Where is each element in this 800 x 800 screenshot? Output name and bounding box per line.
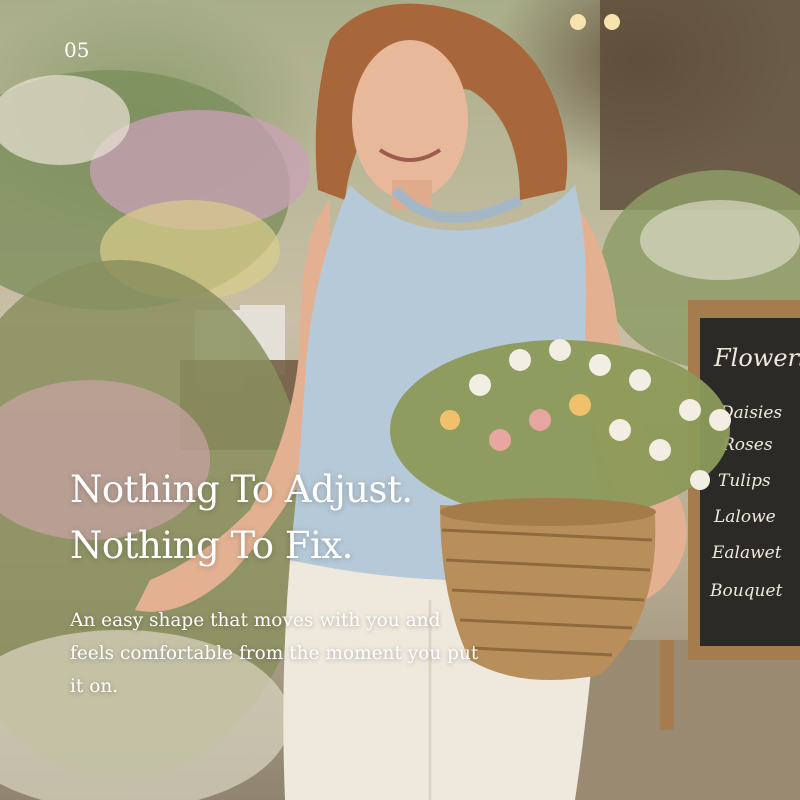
headline-line-2: Nothing To Fix. — [70, 524, 353, 567]
chalkboard-item: Lalowe — [713, 507, 776, 527]
body-text: An easy shape that moves with you and fe… — [70, 610, 479, 697]
hanging-light — [570, 14, 586, 30]
chalkboard-item: Tulips — [718, 471, 771, 491]
headline-line-1: Nothing To Adjust. — [70, 468, 413, 511]
chalkboard-title: Flowers — [713, 344, 800, 372]
chalkboard-item: Ealawet — [711, 543, 782, 563]
hanging-light — [604, 14, 620, 30]
headline: Nothing To Adjust. Nothing To Fix. — [70, 462, 510, 574]
page-number: 05 — [64, 38, 90, 62]
face — [352, 40, 468, 200]
chalkboard-item: Bouquet — [709, 581, 783, 601]
promo-slide: Flowers Daisies Roses Tulips Lalowe Eala… — [0, 0, 800, 800]
white-flowers — [640, 200, 800, 280]
